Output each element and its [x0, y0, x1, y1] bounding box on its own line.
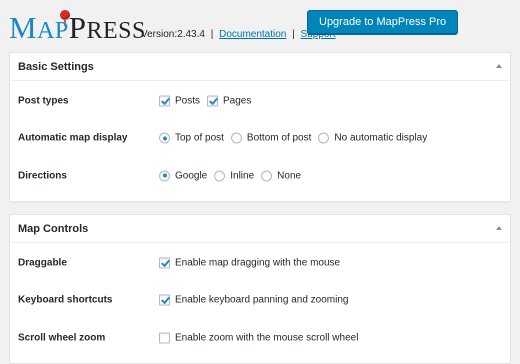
field-label: Automatic map display [18, 132, 128, 144]
none-radio-option[interactable]: None [261, 170, 302, 182]
upgrade-button[interactable]: Upgrade to MapPress Pro [307, 10, 459, 34]
radio-button[interactable] [214, 170, 226, 182]
documentation-link[interactable]: Documentation [219, 29, 286, 40]
keyboard-shortcuts-checkbox-option[interactable]: Enable keyboard panning and zooming [159, 294, 349, 306]
checkbox[interactable] [159, 257, 170, 269]
option-label: Posts [175, 95, 201, 107]
panel-title: Map Controls [18, 223, 89, 235]
option-label: Pages [223, 95, 252, 107]
radio-button[interactable] [159, 170, 170, 182]
keyboard-shortcuts-row: Keyboard shortcuts Enable keyboard panni… [10, 282, 510, 320]
top-of-post-radio-option[interactable]: Top of post [159, 132, 224, 144]
inline-radio-option[interactable]: Inline [214, 170, 255, 182]
radio-button[interactable] [159, 132, 170, 144]
posts-checkbox-option[interactable]: Posts [159, 95, 201, 107]
option-label: Top of post [175, 132, 224, 144]
basic-settings-panel: Basic Settings Post types Posts Pages Au… [9, 52, 511, 202]
field-label: Directions [18, 170, 67, 182]
page-header: MAPPRESS Version:2.43.4 | Documentation … [9, 10, 514, 46]
draggable-row: Draggable Enable map dragging with the m… [10, 244, 510, 282]
field-label: Draggable [18, 257, 67, 269]
field-label: Scroll wheel zoom [18, 332, 106, 344]
directions-row: Directions Google Inline None [10, 157, 510, 195]
checkbox[interactable] [159, 95, 170, 107]
logo-press-text: PRESS [68, 10, 146, 45]
collapse-toggle-icon[interactable] [496, 226, 502, 230]
option-label: Enable zoom with the mouse scroll wheel [175, 332, 359, 344]
collapse-toggle-icon[interactable] [496, 64, 502, 68]
checkbox[interactable] [159, 332, 170, 344]
bottom-of-post-radio-option[interactable]: Bottom of post [230, 132, 312, 144]
option-label: Inline [230, 170, 255, 182]
radio-button[interactable] [318, 132, 330, 144]
option-label: Bottom of post [246, 132, 312, 144]
radio-button[interactable] [230, 132, 242, 144]
checkbox[interactable] [207, 95, 219, 107]
automatic-map-display-row: Automatic map display Top of post Bottom… [10, 120, 510, 158]
scroll-wheel-zoom-row: Scroll wheel zoom Enable zoom with the m… [10, 319, 510, 357]
map-controls-panel: Map Controls Draggable Enable map draggi… [9, 214, 511, 364]
map-controls-header[interactable]: Map Controls [10, 215, 510, 243]
option-label: No automatic display [334, 132, 428, 144]
field-label: Post types [18, 95, 69, 107]
draggable-checkbox-option[interactable]: Enable map dragging with the mouse [159, 257, 341, 269]
basic-settings-header[interactable]: Basic Settings [10, 53, 510, 81]
separator: | [210, 29, 214, 40]
field-label: Keyboard shortcuts [18, 294, 113, 306]
panel-title: Basic Settings [18, 61, 94, 73]
radio-button[interactable] [261, 170, 273, 182]
separator: | [292, 29, 295, 40]
version-text: Version:2.43.4 [141, 29, 205, 40]
pages-checkbox-option[interactable]: Pages [207, 95, 252, 107]
google-radio-option[interactable]: Google [159, 170, 208, 182]
post-types-row: Post types Posts Pages [10, 82, 510, 120]
mappress-logo: MAPPRESS [9, 10, 146, 49]
option-label: Enable keyboard panning and zooming [175, 294, 349, 306]
checkbox[interactable] [159, 294, 170, 306]
no-automatic-display-radio-option[interactable]: No automatic display [318, 132, 428, 144]
option-label: Enable map dragging with the mouse [175, 257, 341, 269]
map-pin-icon [60, 10, 70, 26]
option-label: None [277, 170, 302, 182]
option-label: Google [175, 170, 208, 182]
scroll-wheel-zoom-checkbox-option[interactable]: Enable zoom with the mouse scroll wheel [159, 332, 359, 344]
